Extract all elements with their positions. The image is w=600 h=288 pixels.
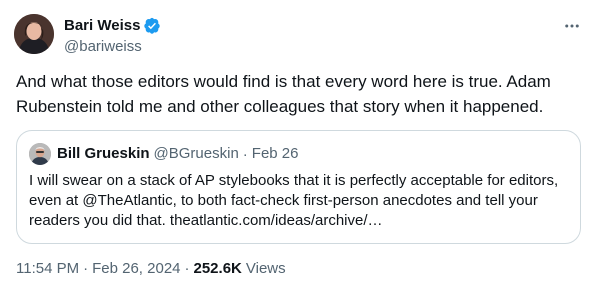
- quoted-author-avatar[interactable]: [29, 143, 51, 165]
- author-avatar[interactable]: [14, 14, 54, 54]
- quoted-separator: ·: [242, 145, 248, 163]
- more-horizontal-icon[interactable]: [558, 14, 586, 38]
- views-count[interactable]: 252.6K: [194, 259, 242, 279]
- meta-separator: ·: [83, 260, 89, 277]
- quoted-tweet[interactable]: Bill Grueskin @BGrueskin · Feb 26 I will…: [16, 130, 581, 244]
- quoted-tweet-text: I will swear on a stack of AP stylebooks…: [29, 172, 559, 229]
- tweet-text: And what those editors would find is tha…: [16, 72, 551, 116]
- author-block: Bari Weiss @bariweiss: [64, 16, 161, 57]
- tweet-metadata: 11:54 PM · Feb 26, 2024 · 252.6K Views: [16, 259, 286, 279]
- quoted-date[interactable]: Feb 26: [252, 144, 299, 164]
- quoted-author-name[interactable]: Bill Grueskin: [57, 144, 150, 164]
- views-label: Views: [245, 260, 286, 277]
- author-handle[interactable]: @bariweiss: [64, 37, 161, 57]
- post-date[interactable]: Feb 26, 2024: [92, 259, 180, 279]
- post-time[interactable]: 11:54 PM: [16, 259, 79, 279]
- verified-badge-icon[interactable]: [143, 17, 161, 35]
- meta-separator: ·: [184, 260, 190, 277]
- tweet: Bari Weiss @bariweiss And what those edi…: [0, 0, 600, 288]
- author-name[interactable]: Bari Weiss: [64, 16, 140, 36]
- quoted-author-handle[interactable]: @BGrueskin: [154, 144, 239, 164]
